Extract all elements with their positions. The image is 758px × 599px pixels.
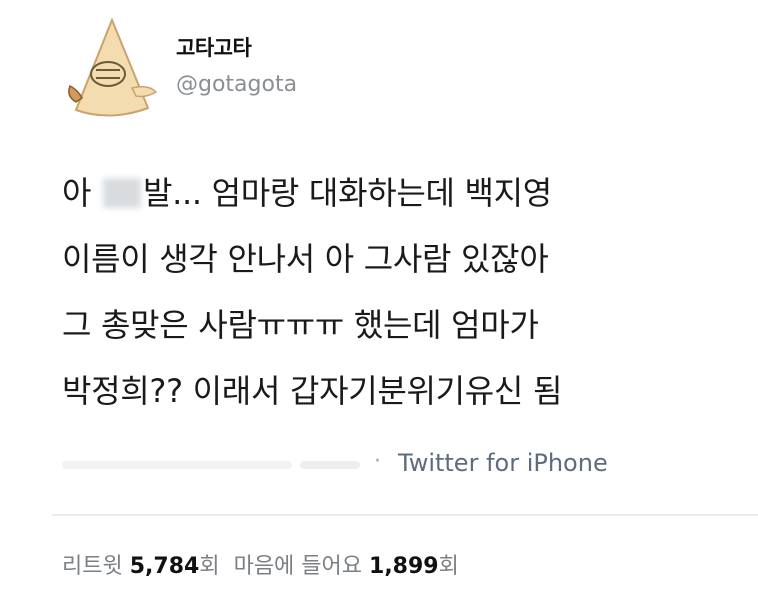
divider (52, 514, 758, 516)
display-name[interactable]: 고타고타 (176, 32, 252, 62)
retweet-count: 5,784 (129, 554, 200, 579)
retweet-label: 리트윗 (62, 554, 123, 579)
faded-timestamp (62, 461, 292, 469)
tweet-line-4: 박정희?? 이래서 갑자기분위기유신 됨 (62, 372, 563, 410)
meta-separator: · (374, 449, 381, 474)
tweet-line-1: 아 발... 엄마랑 대화하는데 백지영 (62, 160, 752, 226)
faded-date (300, 461, 360, 469)
retweet-stat[interactable]: 리트윗 5,784회 (62, 554, 220, 579)
like-unit: 회 (438, 554, 459, 579)
tweet-meta-row: · Twitter for iPhone (62, 449, 702, 479)
tweet-line-2: 이름이 생각 안나서 아 그사람 있잖아 (62, 240, 549, 278)
profile-avatar[interactable] (62, 14, 160, 124)
tweet-line-1-start: 아 (62, 174, 102, 212)
retweet-unit: 회 (199, 554, 220, 579)
censored-word-blur (103, 178, 142, 208)
tweet-source-link[interactable]: Twitter for iPhone (398, 449, 608, 477)
user-handle[interactable]: @gotagota (176, 72, 297, 97)
tweet-line-1-end: 발... 엄마랑 대화하는데 백지영 (143, 174, 552, 212)
cone-character-avatar-icon (68, 17, 158, 117)
like-label: 마음에 들어요 (233, 554, 363, 579)
like-count: 1,899 (369, 554, 439, 579)
tweet-text: 아 발... 엄마랑 대화하는데 백지영 이름이 생각 안나서 아 그사람 있잖… (62, 160, 752, 424)
like-stat[interactable]: 마음에 들어요 1,899회 (234, 554, 459, 579)
tweet-stats: 리트윗 5,784회 마음에 들어요 1,899회 (62, 548, 459, 580)
tweet-line-3: 그 총맞은 사람ㅠㅠㅠ 했는데 엄마가 (62, 306, 539, 344)
